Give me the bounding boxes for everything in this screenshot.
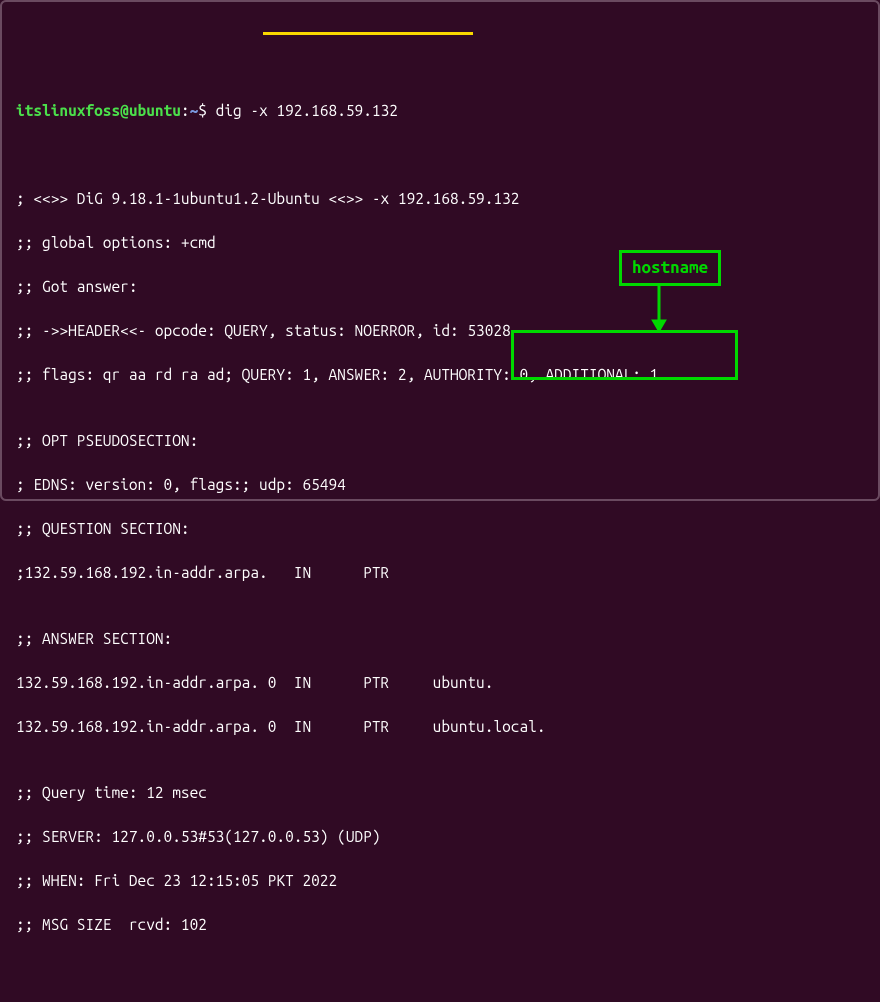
answer-prefix-1: 132.59.168.192.in-addr.arpa. 0 IN PTR [16,674,433,691]
answer-line-2: 132.59.168.192.in-addr.arpa. 0 IN PTR ub… [16,716,864,738]
answer-host-1: ubuntu. [433,674,494,691]
hostname-highlight-box [511,330,738,380]
output-line: ;; Query time: 12 msec [16,782,864,804]
prompt-dollar: $ [198,102,207,119]
hostname-annotation-label: hostname [619,250,721,286]
answer-line-1: 132.59.168.192.in-addr.arpa. 0 IN PTR ub… [16,672,864,694]
output-line: ;; global options: +cmd [16,232,864,254]
prompt-sep: : [181,102,190,119]
output-line: ;132.59.168.192.in-addr.arpa. IN PTR [16,562,864,584]
output-line: ;; Got answer: [16,276,864,298]
output-line: ;; QUESTION SECTION: [16,518,864,540]
output-line: ;; SERVER: 127.0.0.53#53(127.0.0.53) (UD… [16,826,864,848]
prompt-user: itslinuxfoss@ubuntu [16,102,181,119]
arrow-down-icon [649,284,669,334]
output-line: ; EDNS: version: 0, flags:; udp: 65494 [16,474,864,496]
output-line: ;; WHEN: Fri Dec 23 12:15:05 PKT 2022 [16,870,864,892]
prompt-path: ~ [190,102,199,119]
command-underline [263,32,473,35]
output-line: ;; ANSWER SECTION: [16,628,864,650]
prompt-line[interactable]: itslinuxfoss@ubuntu:~$ dig -x 192.168.59… [16,100,864,122]
output-line: ;; MSG SIZE rcvd: 102 [16,914,864,936]
output-line: ;; OPT PSEUDOSECTION: [16,430,864,452]
command-text: dig -x 192.168.59.132 [216,102,398,119]
output-line: ; <<>> DiG 9.18.1-1ubuntu1.2-Ubuntu <<>>… [16,188,864,210]
answer-host-2: ubuntu.local. [433,718,546,735]
answer-prefix-2: 132.59.168.192.in-addr.arpa. 0 IN PTR [16,718,433,735]
